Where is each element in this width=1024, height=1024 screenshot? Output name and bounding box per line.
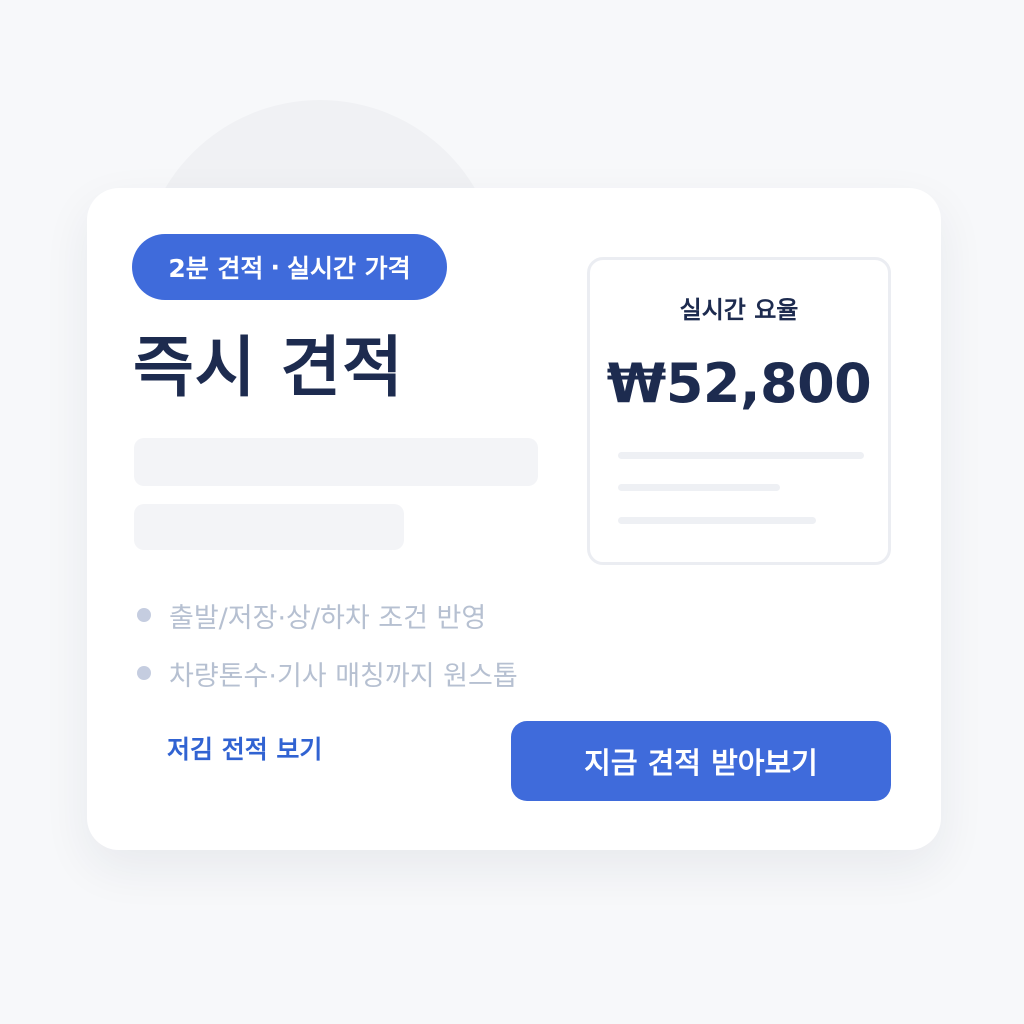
feature-badge: 2분 견적 · 실시간 가격 [132, 234, 447, 300]
price-card: 실시간 요율 ₩52,800 [587, 257, 891, 565]
page-title: 즉시 견적 [133, 329, 404, 406]
view-quote-link[interactable]: 저김 전적 보기 [167, 728, 322, 772]
badge-separator: · [270, 252, 280, 282]
placeholder-bar [134, 504, 404, 550]
feature-item: 출발/저장·상/하차 조건 반영 [137, 586, 518, 644]
quote-card: 2분 견적 · 실시간 가격 즉시 견적 출발/저장·상/하차 조건 반영 차량… [87, 188, 941, 850]
placeholder-line [618, 517, 816, 524]
placeholder-line [618, 452, 864, 459]
feature-text: 차량톤수·기사 매칭까지 원스톱 [169, 660, 518, 692]
price-label: 실시간 요율 [679, 296, 799, 324]
feature-text: 출발/저장·상/하차 조건 반영 [169, 602, 487, 634]
dot-icon [137, 666, 151, 680]
dot-icon [137, 608, 151, 622]
feature-list: 출발/저장·상/하차 조건 반영 차량톤수·기사 매칭까지 원스톱 [137, 586, 518, 702]
get-quote-button[interactable]: 지금 견적 받아보기 [511, 721, 891, 801]
badge-pricing-text: 실시간 가격 [286, 254, 411, 283]
placeholder-line [618, 484, 780, 491]
price-value: ₩52,800 [606, 352, 872, 415]
placeholder-bar [134, 438, 538, 486]
feature-item: 차량톤수·기사 매칭까지 원스톱 [137, 644, 518, 702]
badge-duration-text: 2분 견적 [168, 254, 264, 283]
